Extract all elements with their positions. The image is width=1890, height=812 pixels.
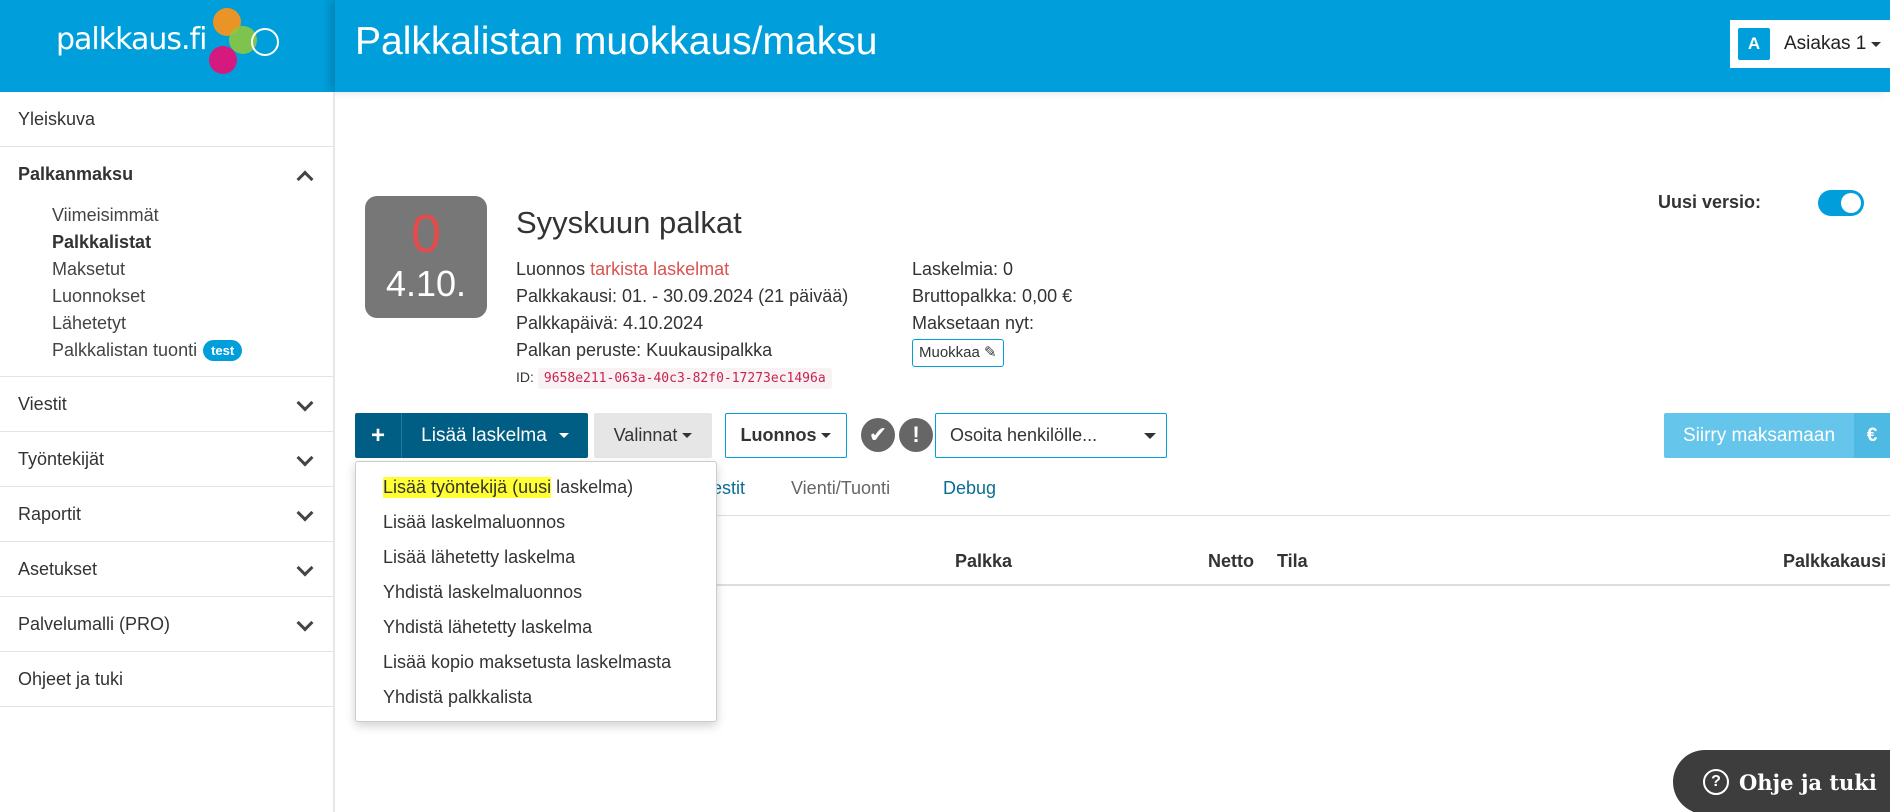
sidebar-item-employees[interactable]: Työntekijät bbox=[0, 432, 333, 487]
logo-text: palkkaus.fi bbox=[56, 22, 207, 57]
menu-item-add-draft[interactable]: Lisää laskelmaluonnos bbox=[356, 505, 716, 540]
options-button[interactable]: Valinnat bbox=[594, 413, 712, 458]
chevron-down-icon bbox=[296, 394, 314, 412]
user-menu[interactable]: A Asiakas 1 bbox=[1730, 20, 1890, 68]
sidebar-subitem-drafts[interactable]: Luonnokset bbox=[0, 283, 333, 310]
pay-period: Palkkakausi: 01. - 30.09.2024 (21 päivää… bbox=[516, 286, 849, 306]
sidebar-item-help[interactable]: Ohjeet ja tuki bbox=[0, 652, 333, 707]
status-warning-link[interactable]: tarkista laskelmat bbox=[590, 259, 729, 279]
options-label: Valinnat bbox=[613, 425, 678, 445]
sidebar-item-messages[interactable]: Viestit bbox=[0, 377, 333, 432]
sidebar-item-label: Yleiskuva bbox=[18, 108, 96, 129]
menu-item-merge-payroll[interactable]: Yhdistä palkkalista bbox=[356, 680, 716, 715]
payroll-title: Syyskuun palkat bbox=[516, 205, 742, 240]
menu-item-highlight: Lisää työntekijä (uusi bbox=[383, 477, 552, 498]
gross-salary: Bruttopalkka: 0,00 € bbox=[912, 286, 1073, 306]
sidebar: Yleiskuva Palkanmaksu Viimeisimmät Palkk… bbox=[0, 92, 335, 812]
tab-debug[interactable]: Debug bbox=[943, 478, 996, 499]
header-bar: Palkkalistan muokkaus/maksu A Asiakas 1 bbox=[335, 0, 1890, 92]
euro-icon: € bbox=[1854, 413, 1890, 458]
draft-label: Luonnos bbox=[740, 425, 817, 445]
menu-item-add-sent[interactable]: Lisää lähetetty laskelma bbox=[356, 540, 716, 575]
tab-export-import[interactable]: Vienti/Tuonti bbox=[791, 478, 890, 499]
sidebar-subitem-import[interactable]: Palkkalistan tuonti test bbox=[0, 337, 333, 364]
edit-label: Muokkaa bbox=[919, 344, 980, 361]
col-salary[interactable]: Palkka bbox=[955, 551, 1012, 572]
help-button[interactable]: ? Ohje ja tuki bbox=[1673, 750, 1890, 812]
sidebar-item-label: Ohjeet ja tuki bbox=[18, 668, 124, 689]
sidebar-item-label: Palkkalistan tuonti bbox=[52, 340, 198, 360]
id-label: ID: bbox=[516, 369, 534, 385]
menu-item-merge-sent[interactable]: Yhdistä lähetetty laskelma bbox=[356, 610, 716, 645]
sidebar-item-label: Raportit bbox=[18, 503, 82, 524]
chevron-down-icon bbox=[1871, 41, 1882, 47]
col-net[interactable]: Netto bbox=[1208, 551, 1254, 572]
id-value: 9658e211-063a-40c3-82f0-17273ec1496a bbox=[537, 368, 832, 389]
chevron-down-icon bbox=[296, 559, 314, 577]
sidebar-item-payroll[interactable]: Palkanmaksu bbox=[0, 147, 333, 202]
payday-tile: 0 4.10. bbox=[365, 196, 487, 318]
add-calculation-menu: Lisää työntekijä (uusi laskelma) Lisää l… bbox=[355, 461, 717, 722]
menu-item-merge-draft[interactable]: Yhdistä laskelmaluonnos bbox=[356, 575, 716, 610]
sidebar-group-payroll: Palkanmaksu Viimeisimmät Palkkalistat Ma… bbox=[0, 147, 333, 377]
chevron-down-icon bbox=[682, 433, 693, 438]
col-status[interactable]: Tila bbox=[1277, 551, 1308, 572]
help-label: Ohje ja tuki bbox=[1739, 769, 1877, 795]
chevron-down-icon bbox=[296, 504, 314, 522]
status-text: Luonnos bbox=[516, 259, 586, 279]
pencil-icon: ✎ bbox=[984, 344, 997, 361]
new-version-label: Uusi versio: bbox=[1658, 192, 1762, 212]
user-name: Asiakas 1 bbox=[1784, 33, 1867, 54]
draft-status-button[interactable]: Luonnos bbox=[725, 413, 847, 458]
go-to-payment-label: Siirry maksamaan bbox=[1682, 424, 1836, 446]
logo-icon bbox=[209, 8, 279, 74]
pay-date: Palkkapäivä: 4.10.2024 bbox=[516, 313, 704, 333]
sidebar-subitem-sent[interactable]: Lähetetyt bbox=[0, 310, 333, 337]
logo-area[interactable]: palkkaus.fi bbox=[0, 0, 335, 92]
menu-item-add-employee[interactable]: Lisää työntekijä (uusi laskelma) bbox=[356, 470, 716, 505]
sidebar-item-label: Palkanmaksu bbox=[18, 164, 134, 184]
sidebar-item-label: Asetukset bbox=[18, 558, 98, 579]
run-totals: Laskelmia: 0 Bruttopalkka: 0,00 € Makset… bbox=[912, 256, 1072, 367]
sidebar-item-label: Viestit bbox=[18, 393, 67, 414]
add-calculation-button[interactable]: + Lisää laskelma bbox=[355, 413, 588, 458]
sidebar-item-overview[interactable]: Yleiskuva bbox=[0, 92, 333, 147]
page-title: Palkkalistan muokkaus/maksu bbox=[355, 20, 878, 63]
sidebar-item-settings[interactable]: Asetukset bbox=[0, 542, 333, 597]
payday-date: 4.10. bbox=[385, 263, 467, 304]
col-pay-period[interactable]: Palkkakausi bbox=[1783, 551, 1886, 572]
menu-item-copy-paid[interactable]: Lisää kopio maksetusta laskelmasta bbox=[356, 645, 716, 680]
sidebar-item-service-model[interactable]: Palvelumalli (PRO) bbox=[0, 597, 333, 652]
run-details: Luonnos tarkista laskelmat Palkkakausi: … bbox=[516, 256, 848, 392]
chevron-up-icon bbox=[296, 170, 314, 188]
test-badge: test bbox=[203, 340, 243, 361]
edit-button[interactable]: Muokkaa ✎ bbox=[912, 339, 1004, 367]
question-icon: ? bbox=[1703, 769, 1729, 795]
sidebar-item-label: Palvelumalli (PRO) bbox=[18, 613, 171, 634]
chevron-down-icon bbox=[296, 449, 314, 467]
sidebar-item-label: Työntekijät bbox=[18, 448, 105, 469]
alert-icon[interactable]: ! bbox=[899, 418, 933, 452]
sidebar-subitem-paid[interactable]: Maksetut bbox=[0, 256, 333, 283]
check-icon[interactable]: ✔ bbox=[861, 418, 895, 452]
assign-person-select[interactable]: Osoita henkilölle... bbox=[935, 413, 1167, 458]
pay-basis: Palkan peruste: Kuukausipalkka bbox=[516, 340, 773, 360]
plus-icon: + bbox=[355, 413, 402, 458]
sidebar-item-reports[interactable]: Raportit bbox=[0, 487, 333, 542]
new-version-toggle[interactable] bbox=[1818, 190, 1864, 216]
calc-count-number: 0 bbox=[410, 204, 442, 264]
sidebar-subitem-latest[interactable]: Viimeisimmät bbox=[0, 202, 333, 229]
calc-count: Laskelmia: 0 bbox=[912, 259, 1014, 279]
pay-now-label: Maksetaan nyt: bbox=[912, 313, 1035, 333]
menu-item-label: laskelma) bbox=[551, 477, 634, 497]
chevron-down-icon bbox=[821, 433, 832, 438]
sidebar-subitem-payrolls[interactable]: Palkkalistat bbox=[0, 229, 333, 256]
assign-placeholder: Osoita henkilölle... bbox=[950, 425, 1098, 445]
avatar: A bbox=[1738, 28, 1770, 60]
go-to-payment-button[interactable]: Siirry maksamaan € bbox=[1664, 413, 1890, 458]
chevron-down-icon bbox=[1144, 433, 1156, 439]
chevron-down-icon bbox=[558, 433, 569, 438]
add-calculation-label: Lisää laskelma bbox=[421, 424, 547, 446]
chevron-down-icon bbox=[296, 614, 314, 632]
